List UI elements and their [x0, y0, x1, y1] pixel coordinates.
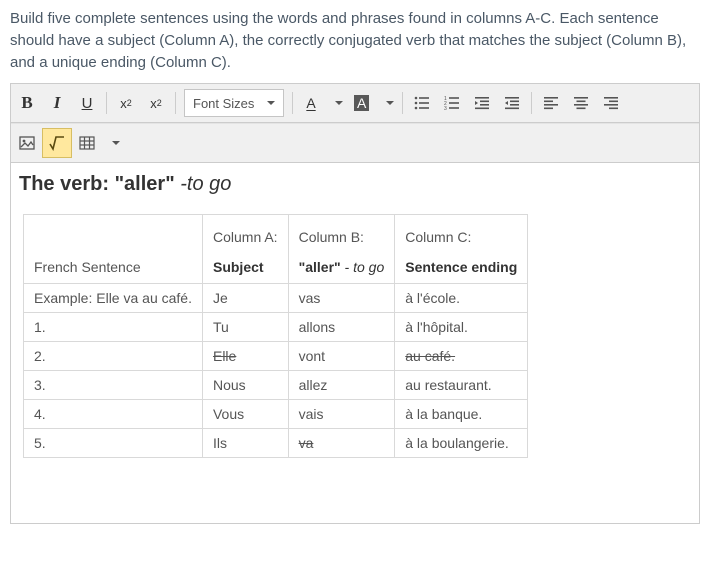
header-b-title: Column B: — [299, 229, 385, 245]
cell-subject: Elle — [202, 342, 288, 371]
instructions-text: Build five complete sentences using the … — [10, 8, 700, 73]
bg-color-dropdown[interactable] — [376, 88, 398, 118]
content-heading: The verb: "aller" -to go — [19, 173, 693, 196]
separator — [402, 92, 403, 114]
toolbar-row-2 — [11, 123, 699, 163]
cell-verb: vas — [288, 284, 395, 313]
indent-button[interactable] — [497, 88, 527, 118]
cell-ending: au café. — [395, 342, 528, 371]
table-row: 1.Tuallonsà l'hôpital. — [24, 313, 528, 342]
cell-label: 3. — [24, 371, 203, 400]
cell-label: 4. — [24, 400, 203, 429]
toolbar-row-1: B I U x2 x2 Font Sizes A A 123 — [11, 84, 699, 123]
cell-ending: à la boulangerie. — [395, 429, 528, 458]
cell-verb: va — [288, 429, 395, 458]
editor-content[interactable]: The verb: "aller" -to go French Sentence… — [11, 163, 699, 523]
font-size-select[interactable]: Font Sizes — [184, 89, 284, 117]
separator — [531, 92, 532, 114]
chevron-down-icon — [386, 101, 394, 105]
square-root-icon — [49, 135, 65, 151]
align-right-icon — [603, 95, 619, 111]
cell-subject: Tu — [202, 313, 288, 342]
table-row: 2.Ellevontau café. — [24, 342, 528, 371]
subscript-button[interactable]: x2 — [141, 88, 171, 118]
text-color-button[interactable]: A — [297, 88, 325, 118]
chevron-down-icon — [335, 101, 343, 105]
table-icon — [79, 135, 95, 151]
header-c-title: Column C: — [405, 229, 517, 245]
indent-icon — [504, 95, 520, 111]
cell-verb: vont — [288, 342, 395, 371]
header-b-sub: "aller" - to go — [299, 259, 385, 275]
exercise-table: French Sentence Column A: Subject Column… — [23, 214, 528, 458]
separator — [175, 92, 176, 114]
header-column-a: Column A: Subject — [202, 215, 288, 284]
align-center-icon — [573, 95, 589, 111]
table-row: 4.Vousvaisà la banque. — [24, 400, 528, 429]
heading-italic: -to go — [180, 173, 231, 195]
separator — [106, 92, 107, 114]
align-right-button[interactable] — [596, 88, 626, 118]
header-column-c: Column C: Sentence ending — [395, 215, 528, 284]
align-left-button[interactable] — [536, 88, 566, 118]
align-left-icon — [543, 95, 559, 111]
italic-button[interactable]: I — [42, 88, 72, 118]
cell-verb: vais — [288, 400, 395, 429]
cell-label: Example: Elle va au café. — [24, 284, 203, 313]
outdent-button[interactable] — [467, 88, 497, 118]
rich-text-editor: B I U x2 x2 Font Sizes A A 123 — [10, 83, 700, 524]
align-center-button[interactable] — [566, 88, 596, 118]
header-french-sentence: French Sentence — [24, 215, 203, 284]
svg-text:3: 3 — [444, 106, 447, 111]
cell-label: 1. — [24, 313, 203, 342]
cell-label: 2. — [24, 342, 203, 371]
bg-color-button[interactable]: A — [347, 88, 376, 118]
text-color-dropdown[interactable] — [325, 88, 347, 118]
separator — [292, 92, 293, 114]
table-header-row: French Sentence Column A: Subject Column… — [24, 215, 528, 284]
chevron-down-icon — [267, 101, 275, 105]
table-row: 5.Ilsvaà la boulangerie. — [24, 429, 528, 458]
header-a-sub: Subject — [213, 259, 278, 275]
cell-ending: à l'hôpital. — [395, 313, 528, 342]
numbered-list-icon: 123 — [444, 95, 460, 111]
cell-label: 5. — [24, 429, 203, 458]
cell-subject: Je — [202, 284, 288, 313]
bullet-list-icon — [414, 95, 430, 111]
insert-table-button[interactable] — [72, 128, 102, 158]
insert-table-dropdown[interactable] — [102, 128, 124, 158]
cell-ending: à la banque. — [395, 400, 528, 429]
cell-verb: allons — [288, 313, 395, 342]
bullet-list-button[interactable] — [407, 88, 437, 118]
table-row: Example: Elle va au café.Jevasà l'école. — [24, 284, 528, 313]
cell-ending: au restaurant. — [395, 371, 528, 400]
font-size-label: Font Sizes — [193, 96, 254, 111]
header-column-b: Column B: "aller" - to go — [288, 215, 395, 284]
cell-verb: allez — [288, 371, 395, 400]
cell-subject: Ils — [202, 429, 288, 458]
cell-ending: à l'école. — [395, 284, 528, 313]
table-row: 3.Nousallezau restaurant. — [24, 371, 528, 400]
heading-bold: The verb: "aller" — [19, 173, 180, 195]
cell-subject: Nous — [202, 371, 288, 400]
chevron-down-icon — [112, 141, 120, 145]
cell-subject: Vous — [202, 400, 288, 429]
header-a-title: Column A: — [213, 229, 278, 245]
underline-button[interactable]: U — [72, 88, 102, 118]
insert-equation-button[interactable] — [42, 128, 72, 158]
numbered-list-button[interactable]: 123 — [437, 88, 467, 118]
bold-button[interactable]: B — [12, 88, 42, 118]
image-icon — [19, 135, 35, 151]
superscript-button[interactable]: x2 — [111, 88, 141, 118]
header-c-sub: Sentence ending — [405, 259, 517, 275]
insert-image-button[interactable] — [12, 128, 42, 158]
outdent-icon — [474, 95, 490, 111]
